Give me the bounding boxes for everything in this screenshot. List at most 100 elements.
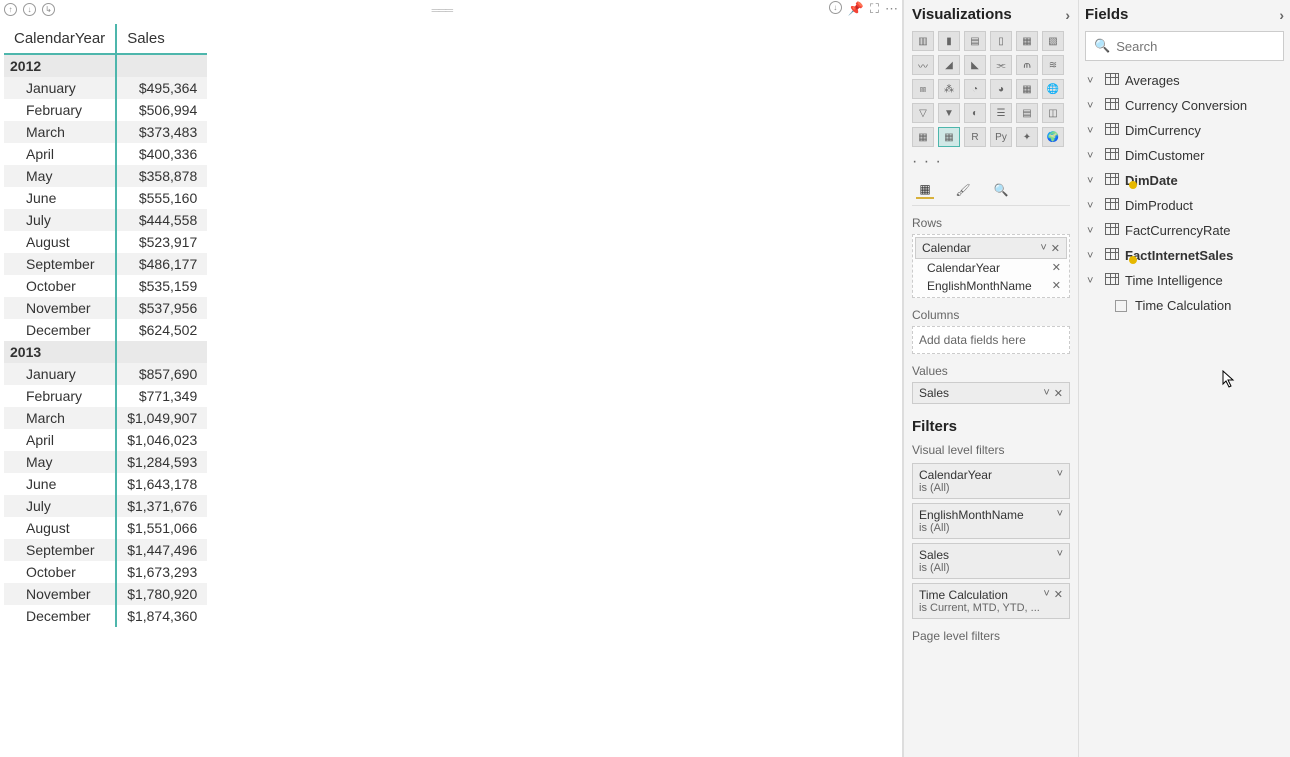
table-row[interactable]: May$1,284,593 bbox=[4, 451, 207, 473]
rows-well[interactable]: Calendar ˅✕ CalendarYear✕ EnglishMonthNa… bbox=[912, 234, 1070, 298]
chevron-right-icon[interactable]: ˅ bbox=[1087, 225, 1099, 237]
table-row[interactable]: January$857,690 bbox=[4, 363, 207, 385]
filter-sales[interactable]: Sales˅ is (All) bbox=[912, 543, 1070, 579]
field-time-calculation[interactable]: Time Calculation bbox=[1085, 294, 1284, 317]
pin-icon[interactable]: 📌 bbox=[848, 1, 864, 17]
viz-funnel-icon[interactable]: ▽ bbox=[912, 103, 934, 123]
chevron-down-icon[interactable]: ˅ bbox=[1040, 242, 1046, 255]
rows-pill-calendar[interactable]: Calendar ˅✕ bbox=[915, 237, 1067, 259]
viz-gauge-icon[interactable]: ▼ bbox=[938, 103, 960, 123]
chevron-right-icon[interactable]: ˅ bbox=[1087, 250, 1099, 262]
table-row[interactable]: December$624,502 bbox=[4, 319, 207, 341]
table-item-factcurrencyrate[interactable]: ˅ FactCurrencyRate bbox=[1085, 219, 1284, 242]
viz-matrix-icon[interactable]: ▦ bbox=[938, 127, 960, 147]
viz-line-column-stacked-icon[interactable]: ⫙ bbox=[1016, 55, 1038, 75]
year-row[interactable]: 2012 bbox=[4, 54, 207, 77]
viz-pie-icon[interactable]: ◔ bbox=[964, 79, 986, 99]
filter-time-calculation[interactable]: Time Calculation˅✕ is Current, MTD, YTD,… bbox=[912, 583, 1070, 619]
expand-level-icon[interactable]: ↳ bbox=[42, 3, 55, 16]
chevron-right-icon[interactable]: ˅ bbox=[1087, 200, 1099, 212]
values-pill-sales[interactable]: Sales ˅✕ bbox=[912, 382, 1070, 404]
rows-sub-calendaryear[interactable]: CalendarYear✕ bbox=[915, 259, 1067, 277]
table-item-dimproduct[interactable]: ˅ DimProduct bbox=[1085, 194, 1284, 217]
focus-mode-icon[interactable]: ⛶ bbox=[870, 1, 879, 17]
table-row[interactable]: February$771,349 bbox=[4, 385, 207, 407]
chevron-right-icon[interactable]: ˅ bbox=[1087, 125, 1099, 137]
viz-r-visual-icon[interactable]: R bbox=[964, 127, 986, 147]
viz-waterfall-icon[interactable]: ⩎ bbox=[912, 79, 934, 99]
viz-stacked-bar-icon[interactable]: ▥ bbox=[912, 31, 934, 51]
table-row[interactable]: June$555,160 bbox=[4, 187, 207, 209]
table-row[interactable]: April$1,046,023 bbox=[4, 429, 207, 451]
viz-scatter-icon[interactable]: ⁂ bbox=[938, 79, 960, 99]
table-row[interactable]: May$358,878 bbox=[4, 165, 207, 187]
viz-donut-icon[interactable]: ◕ bbox=[990, 79, 1012, 99]
table-row[interactable]: March$373,483 bbox=[4, 121, 207, 143]
export-icon[interactable]: ↓ bbox=[829, 1, 842, 14]
table-row[interactable]: August$1,551,066 bbox=[4, 517, 207, 539]
format-tab-icon[interactable]: 🖌 bbox=[954, 181, 972, 199]
table-item-dimcustomer[interactable]: ˅ DimCustomer bbox=[1085, 144, 1284, 167]
table-item-time-intelligence[interactable]: ˅ Time Intelligence bbox=[1085, 269, 1284, 292]
chevron-down-icon[interactable]: ˅ bbox=[1057, 508, 1063, 522]
remove-icon[interactable]: ✕ bbox=[1051, 242, 1060, 255]
table-item-dimcurrency[interactable]: ˅ DimCurrency bbox=[1085, 119, 1284, 142]
table-row[interactable]: November$537,956 bbox=[4, 297, 207, 319]
chevron-down-icon[interactable]: ˅ bbox=[1043, 387, 1049, 400]
viz-arcgis-icon[interactable]: 🌍 bbox=[1042, 127, 1064, 147]
table-row[interactable]: January$495,364 bbox=[4, 77, 207, 99]
collapse-fields-pane-icon[interactable]: › bbox=[1279, 7, 1284, 23]
chevron-right-icon[interactable]: ˅ bbox=[1087, 100, 1099, 112]
fields-tab-icon[interactable]: ▦ bbox=[916, 181, 934, 199]
checkbox[interactable] bbox=[1115, 300, 1127, 312]
viz-python-visual-icon[interactable]: Py bbox=[990, 127, 1012, 147]
remove-icon[interactable]: ✕ bbox=[1054, 387, 1063, 400]
viz-clustered-bar-icon[interactable]: ▤ bbox=[964, 31, 986, 51]
table-row[interactable]: February$506,994 bbox=[4, 99, 207, 121]
remove-icon[interactable]: ✕ bbox=[1052, 279, 1061, 293]
chevron-down-icon[interactable]: ˅ bbox=[1087, 275, 1099, 287]
drag-handle-icon[interactable]: ═══ bbox=[432, 5, 452, 17]
chevron-down-icon[interactable]: ˅ bbox=[1057, 548, 1063, 562]
viz-card-icon[interactable]: ◐ bbox=[964, 103, 986, 123]
viz-multi-card-icon[interactable]: ▤ bbox=[1016, 103, 1038, 123]
table-row[interactable]: July$1,371,676 bbox=[4, 495, 207, 517]
viz-slicer-icon[interactable]: ◫ bbox=[1042, 103, 1064, 123]
table-row[interactable]: September$486,177 bbox=[4, 253, 207, 275]
fields-search-input[interactable] bbox=[1116, 39, 1290, 54]
viz-kpi-icon[interactable]: ☰ bbox=[990, 103, 1012, 123]
viz-ribbon-icon[interactable]: ≋ bbox=[1042, 55, 1064, 75]
viz-stacked-100-bar-icon[interactable]: ▦ bbox=[1016, 31, 1038, 51]
remove-icon[interactable]: ✕ bbox=[1054, 588, 1063, 602]
fields-search[interactable]: 🔍 bbox=[1085, 31, 1284, 61]
table-item-factinternetsales[interactable]: ˅ FactInternetSales bbox=[1085, 244, 1284, 267]
collapse-viz-pane-icon[interactable]: › bbox=[1065, 7, 1070, 23]
viz-line-icon[interactable]: 〰 bbox=[912, 55, 934, 75]
column-header-calendaryear[interactable]: CalendarYear bbox=[4, 24, 116, 54]
columns-well[interactable]: Add data fields here bbox=[912, 326, 1070, 354]
viz-line-column-icon[interactable]: ⫘ bbox=[990, 55, 1012, 75]
chevron-down-icon[interactable]: ˅ bbox=[1057, 468, 1063, 482]
viz-stacked-column-icon[interactable]: ▮ bbox=[938, 31, 960, 51]
table-row[interactable]: March$1,049,907 bbox=[4, 407, 207, 429]
drill-up-icon[interactable]: ↑ bbox=[4, 3, 17, 16]
table-row[interactable]: October$535,159 bbox=[4, 275, 207, 297]
table-item-averages[interactable]: ˅ Averages bbox=[1085, 69, 1284, 92]
year-row[interactable]: 2013 bbox=[4, 341, 207, 363]
remove-icon[interactable]: ✕ bbox=[1052, 261, 1061, 275]
table-item-dimdate[interactable]: ˅ DimDate bbox=[1085, 169, 1284, 192]
filter-englishmonthname[interactable]: EnglishMonthName˅ is (All) bbox=[912, 503, 1070, 539]
chevron-right-icon[interactable]: ˅ bbox=[1087, 150, 1099, 162]
viz-stacked-area-icon[interactable]: ◣ bbox=[964, 55, 986, 75]
viz-table-icon[interactable]: ▦ bbox=[912, 127, 934, 147]
viz-treemap-icon[interactable]: ▦ bbox=[1016, 79, 1038, 99]
filter-calendaryear[interactable]: CalendarYear˅ is (All) bbox=[912, 463, 1070, 499]
chevron-right-icon[interactable]: ˅ bbox=[1087, 75, 1099, 87]
table-row[interactable]: December$1,874,360 bbox=[4, 605, 207, 627]
viz-area-icon[interactable]: ◢ bbox=[938, 55, 960, 75]
viz-key-influencers-icon[interactable]: ✦ bbox=[1016, 127, 1038, 147]
chevron-down-icon[interactable]: ˅ bbox=[1043, 588, 1049, 602]
matrix-visual[interactable]: CalendarYear Sales 2012January$495,364Fe… bbox=[4, 24, 207, 627]
table-item-currency-conversion[interactable]: ˅ Currency Conversion bbox=[1085, 94, 1284, 117]
viz-map-icon[interactable]: 🌐 bbox=[1042, 79, 1064, 99]
